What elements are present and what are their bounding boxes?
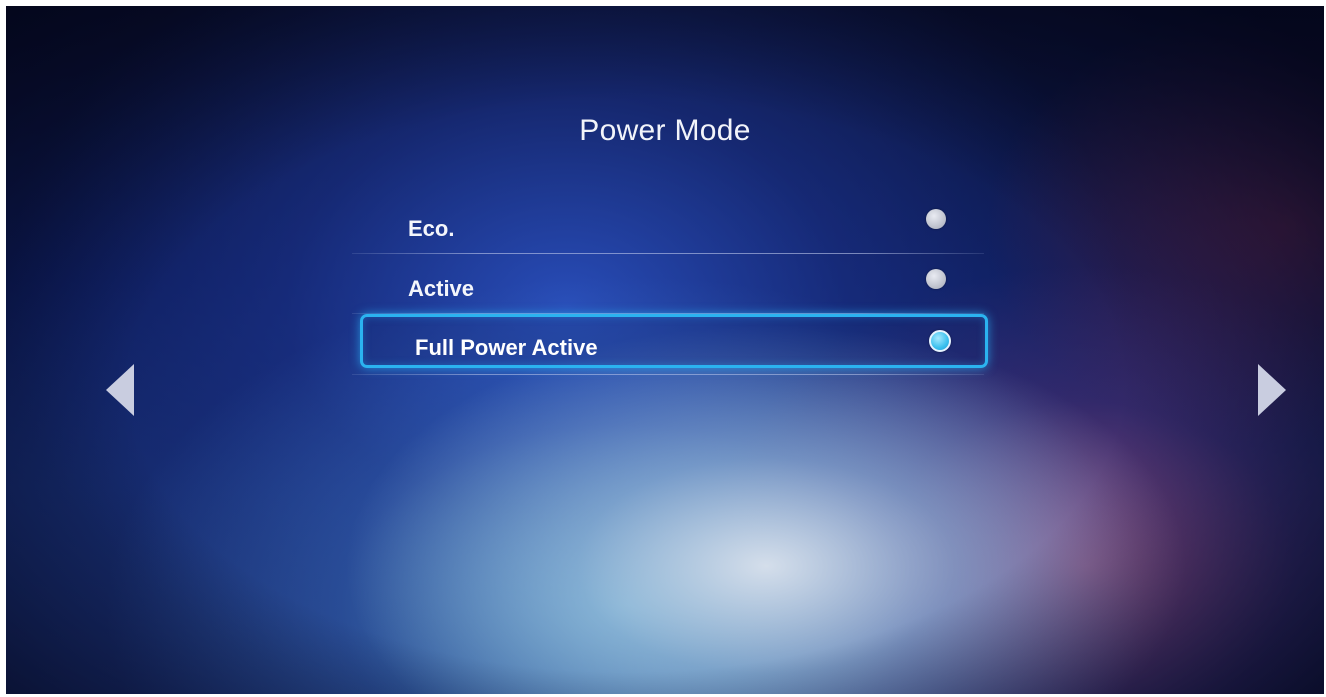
triangle-left-icon[interactable] (106, 364, 134, 416)
divider (352, 374, 984, 375)
option-full-power-active[interactable]: Full Power Active (360, 314, 988, 368)
radio-selected-icon[interactable] (929, 330, 951, 352)
screen: Power Mode Eco. Active Full Power Active (6, 6, 1324, 694)
option-label: Active (408, 276, 475, 301)
option-eco[interactable]: Eco. (352, 194, 984, 254)
triangle-right-icon[interactable] (1258, 364, 1286, 416)
radio-unselected-icon[interactable] (926, 209, 946, 229)
radio-unselected-icon[interactable] (926, 269, 946, 289)
page-title: Power Mode (579, 114, 751, 147)
power-mode-options: Eco. Active Full Power Active (352, 194, 988, 368)
option-active[interactable]: Active (352, 254, 984, 314)
option-label: Full Power Active (415, 335, 598, 360)
option-label: Eco. (408, 216, 455, 241)
